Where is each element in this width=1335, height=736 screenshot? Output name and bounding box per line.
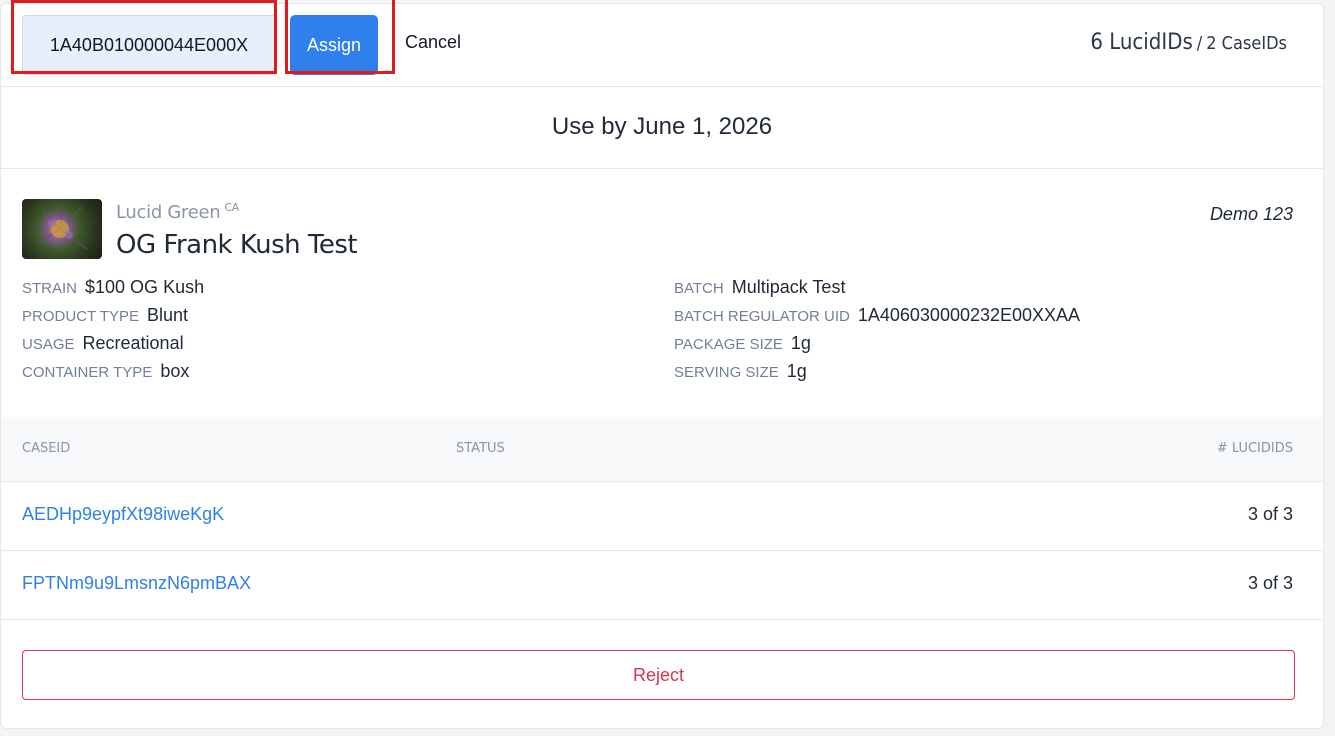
- header-status: Status: [456, 441, 505, 456]
- attr-label: BATCH: [674, 280, 724, 297]
- lucidid-count: 3 of 3: [1247, 573, 1293, 593]
- table-row: FPTNm9u9LmsnzN6pmBAX 3 of 3: [1, 551, 1323, 620]
- attr-label: USAGE: [22, 336, 75, 353]
- attr-batch: BATCH Multipack Test: [674, 277, 845, 298]
- attr-value: 1g: [790, 333, 811, 353]
- reject-button[interactable]: Reject: [22, 650, 1295, 700]
- lucid-id-count: 6 LucidIDs: [1090, 30, 1193, 55]
- attr-label: PACKAGE SIZE: [674, 336, 783, 353]
- attr-value: box: [160, 361, 190, 381]
- attr-value: Blunt: [146, 305, 188, 325]
- attr-serving-size: SERVING SIZE 1g: [674, 361, 807, 382]
- use-by-date: Use by June 1, 2026: [1, 86, 1323, 169]
- header-caseid: CaseID: [22, 441, 71, 456]
- header-lucidids: # LucidIDs: [1216, 441, 1293, 456]
- attr-strain: STRAIN $100 OG Kush: [22, 277, 204, 298]
- table-row: AEDHp9eypfXt98iweKgK 3 of 3: [1, 482, 1323, 551]
- product-image: [22, 199, 102, 259]
- attr-label: CONTAINER TYPE: [22, 364, 153, 381]
- cancel-button[interactable]: Cancel: [405, 32, 461, 53]
- table-header: CaseID Status # LucidIDs: [1, 417, 1323, 482]
- attr-label: SERVING SIZE: [674, 364, 779, 381]
- brand-name: Lucid Green CA: [116, 201, 239, 223]
- brand-region: CA: [224, 201, 239, 214]
- attr-label: STRAIN: [22, 280, 78, 297]
- caseid-link[interactable]: FPTNm9u9LmsnzN6pmBAX: [22, 573, 251, 594]
- attr-usage: USAGE Recreational: [22, 333, 184, 354]
- assign-highlight-box: [285, 0, 395, 74]
- count-separator: /: [1196, 33, 1203, 54]
- product-tag: Demo 123: [1209, 204, 1293, 224]
- caseid-link[interactable]: AEDHp9eypfXt98iweKgK: [22, 504, 224, 525]
- brand-label: Lucid Green: [116, 202, 221, 223]
- attr-value: Recreational: [82, 333, 184, 353]
- id-counts: 6 LucidIDs/2 CaseIDs: [1090, 30, 1287, 55]
- attr-batch-regulator-uid: BATCH REGULATOR UID 1A406030000232E00XXAA: [674, 305, 1080, 326]
- lucidid-count: 3 of 3: [1247, 504, 1293, 524]
- product-name: OG Frank Kush Test: [116, 230, 358, 260]
- input-highlight-box: [11, 0, 277, 74]
- case-id-count: 2 CaseIDs: [1206, 33, 1287, 54]
- attr-product-type: PRODUCT TYPE Blunt: [22, 305, 188, 326]
- attr-label: BATCH REGULATOR UID: [674, 308, 850, 325]
- attr-value: 1g: [786, 361, 807, 381]
- attr-value: $100 OG Kush: [85, 277, 205, 297]
- attr-value: Multipack Test: [731, 277, 846, 297]
- attr-container-type: CONTAINER TYPE box: [22, 361, 189, 382]
- attr-value: 1A406030000232E00XXAA: [857, 305, 1081, 325]
- attr-label: PRODUCT TYPE: [22, 308, 139, 325]
- assignment-card: Assign Cancel 6 LucidIDs/2 CaseIDs Use b…: [0, 3, 1324, 729]
- attr-package-size: PACKAGE SIZE 1g: [674, 333, 811, 354]
